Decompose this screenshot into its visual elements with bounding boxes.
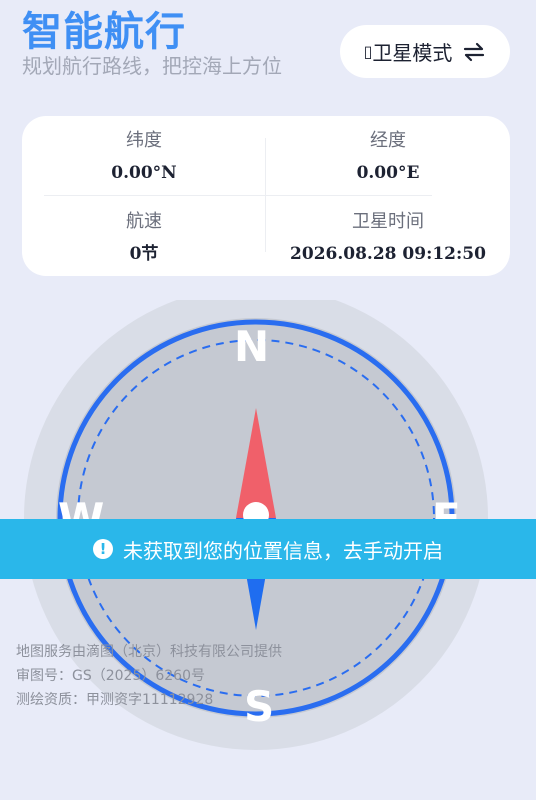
- toast-text: 未获取到您的位置信息，去手动开启: [123, 538, 443, 563]
- longitude-cell: 经度 0.00°E: [266, 129, 510, 185]
- compass-north-label: N: [234, 322, 270, 371]
- latitude-cell: 纬度 0.00°N: [22, 129, 266, 185]
- satellite-mode-button[interactable]: ▯ 卫星模式: [340, 25, 510, 78]
- app-subtitle: 规划航行路线，把控海上方位: [22, 54, 282, 78]
- map-credit-line-3: 测绘资质：甲测资字11112928: [16, 692, 214, 708]
- location-permission-toast[interactable]: ! 未获取到您的位置信息，去手动开启: [0, 519, 536, 579]
- speed-label: 航速: [126, 211, 162, 232]
- map-credits: 地图服务由滴图（北京）科技有限公司提供 审图号：GS（2025）6260号 测绘…: [16, 640, 282, 712]
- longitude-label: 经度: [370, 130, 406, 151]
- map-credit-line-1: 地图服务由滴图（北京）科技有限公司提供: [16, 644, 282, 660]
- speed-value: 0节: [129, 244, 159, 264]
- mode-button-label: 卫星模式: [372, 41, 453, 65]
- satellite-time-label: 卫星时间: [352, 211, 424, 232]
- swap-arrows-icon: [464, 42, 485, 61]
- longitude-value: 0.00°E: [356, 163, 420, 183]
- navigation-info-card: 纬度 0.00°N 经度 0.00°E 航速 0节 卫星时间 2026.08.2…: [22, 116, 510, 276]
- app-title: 智能航行: [22, 9, 186, 55]
- map-credit-line-2: 审图号：GS（2025）6260号: [16, 668, 205, 684]
- latitude-value: 0.00°N: [111, 163, 177, 183]
- mode-box-glyph: ▯: [363, 42, 373, 61]
- card-divider-horizontal: [44, 195, 432, 196]
- satellite-time-cell: 卫星时间 2026.08.28 09:12:50: [266, 210, 510, 266]
- exclamation-icon: !: [93, 539, 113, 559]
- latitude-label: 纬度: [126, 130, 162, 151]
- satellite-time-value: 2026.08.28 09:12:50: [290, 244, 486, 264]
- speed-cell: 航速 0节: [22, 210, 266, 266]
